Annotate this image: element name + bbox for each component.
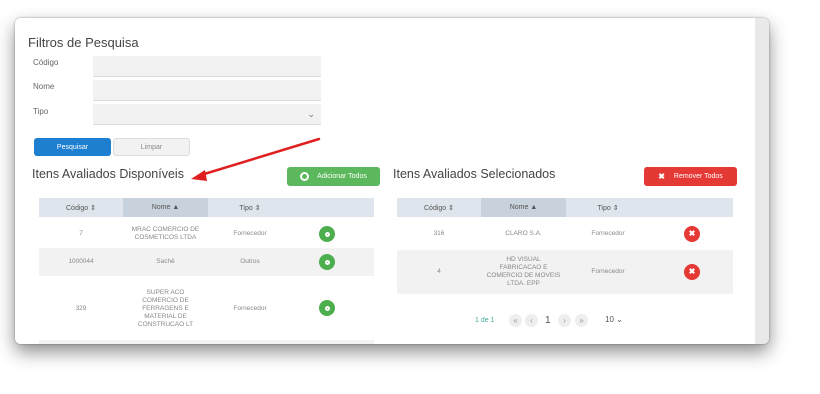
- arrow-line: [199, 137, 321, 177]
- arrow-head: [191, 170, 207, 181]
- card-content: Filtros de Pesquisa Código Nome Tipo ⌄ P…: [15, 18, 755, 344]
- scrollbar-track[interactable]: [755, 18, 769, 344]
- annotation-arrow: [191, 137, 321, 181]
- filter-card: Filtros de Pesquisa Código Nome Tipo ⌄ P…: [15, 18, 769, 344]
